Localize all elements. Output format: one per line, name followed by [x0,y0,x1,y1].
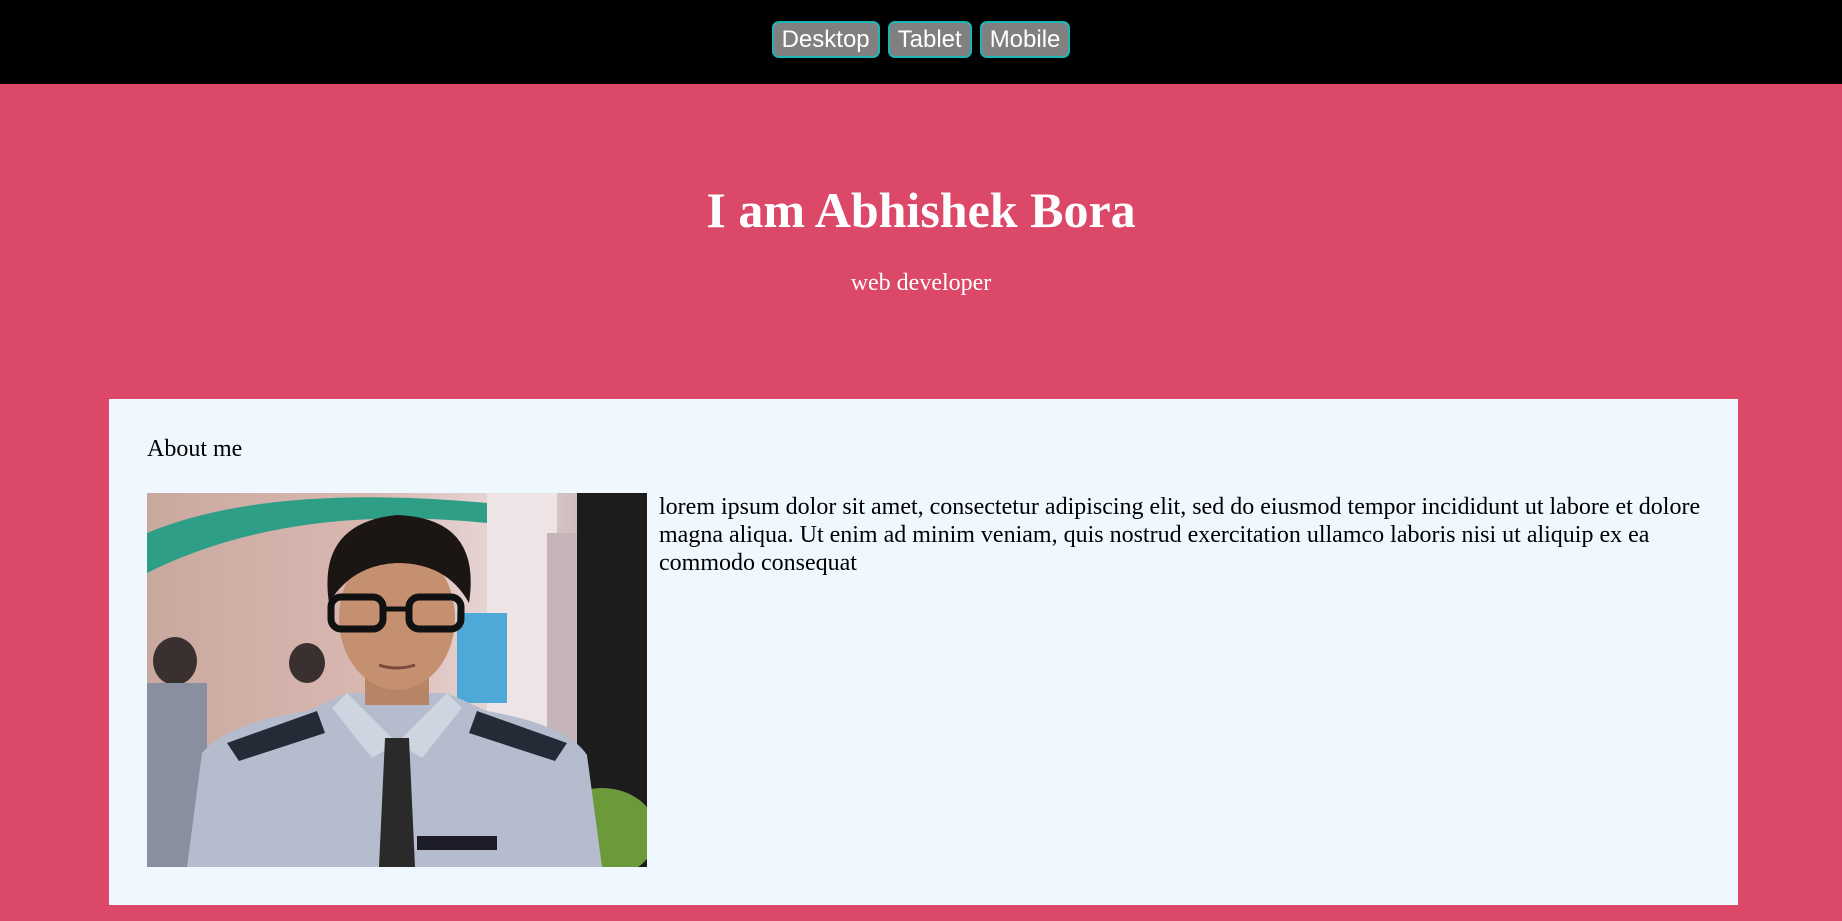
about-card: About me lorem ipsum dolor sit amet, con… [109,399,1738,905]
tablet-view-button[interactable]: Tablet [887,21,972,58]
about-heading: About me [147,436,243,462]
hero-subtitle: web developer [850,270,992,296]
hero-title: I am Abhishek Bora [706,182,1136,238]
top-nav-bar: Desktop Tablet Mobile [0,0,1842,84]
profile-photo [147,493,647,867]
desktop-view-button[interactable]: Desktop [771,21,880,58]
view-switcher: Desktop Tablet Mobile [0,21,1842,58]
mobile-view-button[interactable]: Mobile [979,21,1071,58]
about-text: lorem ipsum dolor sit amet, consectetur … [659,494,1701,576]
